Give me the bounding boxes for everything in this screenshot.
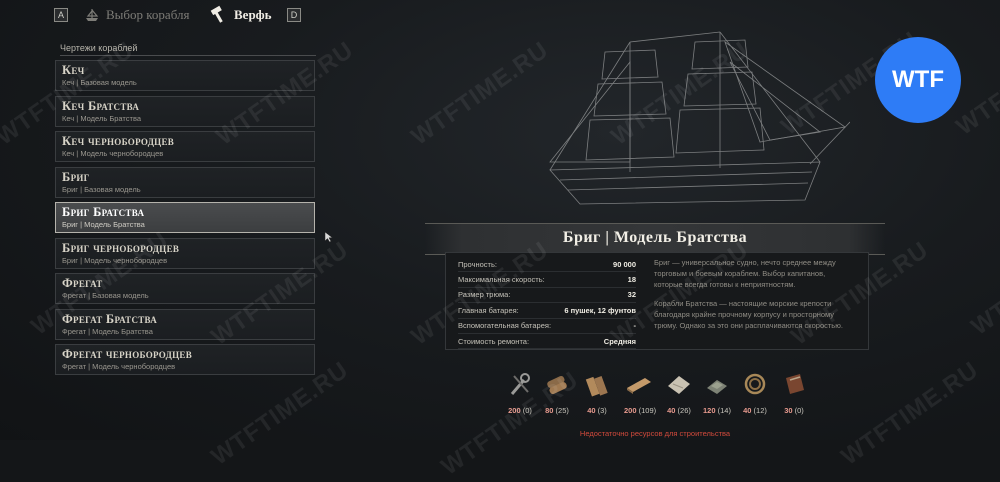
- tab-ship-select[interactable]: Выбор корабля: [84, 5, 189, 25]
- leather-icon: [786, 374, 804, 394]
- rope-icon: [744, 373, 766, 395]
- planks-icon: [627, 378, 651, 394]
- resource-leather: 30 (0): [779, 370, 809, 415]
- blueprint-subtitle: Бриг | Базовая модель: [62, 184, 141, 194]
- resource-have: (109): [638, 406, 657, 415]
- prev-tab-key[interactable]: A: [54, 8, 68, 22]
- blueprint-title: Кеч чернобородцев: [62, 134, 175, 148]
- hammer-icon: [210, 5, 223, 23]
- resource-timber: 40 (3): [582, 370, 612, 415]
- resource-rope: 40 (12): [740, 370, 770, 415]
- insufficient-resources-warning: Недостаточно ресурсов для строительства: [579, 429, 731, 438]
- blueprint-item-frigate-blackbeard[interactable]: Фрегат чернобородцев Фрегат | Модель чер…: [55, 344, 315, 375]
- blueprint-subtitle: Кеч | Модель чернобородцев: [62, 149, 164, 158]
- resource-have: (0): [794, 406, 804, 415]
- blueprint-subtitle: Фрегат | Модель чернобородцев: [62, 362, 176, 371]
- ship-title: Бриг | Модель Братства: [562, 229, 748, 246]
- stat-value: 32: [627, 290, 636, 300]
- resource-count: 30 (0): [779, 406, 809, 415]
- resource-have: (3): [597, 406, 607, 415]
- resource-count: 120 (14): [702, 406, 732, 415]
- stat-value: 90 000: [613, 259, 636, 269]
- tab-ship-select-label: Выбор корабля: [106, 7, 190, 22]
- resource-have: (26): [677, 406, 691, 415]
- blueprint-subtitle: Фрегат | Модель Братства: [62, 326, 153, 336]
- blueprint-title: Бриг: [62, 169, 90, 184]
- resource-need: 30: [784, 406, 793, 415]
- cloth-icon: [668, 376, 690, 394]
- resource-count: 40 (3): [582, 406, 612, 415]
- blueprint-title: Фрегат чернобородцев: [62, 347, 193, 361]
- stat-label: Вспомогательная батарея:: [458, 321, 552, 331]
- blueprint-subtitle: Бриг | Модель Братства: [62, 220, 145, 229]
- resource-count: 40 (26): [664, 406, 694, 415]
- resource-need: 40: [743, 406, 752, 415]
- blueprint-title: Бриг Братства: [62, 205, 145, 219]
- metal-ingot-icon: [707, 380, 727, 394]
- resource-cloth: 40 (26): [664, 370, 694, 415]
- stat-label: Прочность:: [458, 259, 497, 269]
- tab-shipyard[interactable]: Верфь: [208, 5, 272, 25]
- resource-metal: 120 (14): [702, 370, 732, 415]
- ship-title-banner: Бриг | Модель Братства: [425, 223, 885, 255]
- ship-select-icon: [86, 9, 99, 21]
- stat-value: 6 пушек, 12 фунтов: [564, 305, 636, 315]
- wtf-badge-logo: WTF: [875, 37, 961, 123]
- resource-have: (14): [717, 406, 731, 415]
- resource-need: 200: [624, 406, 637, 415]
- resource-need: 40: [587, 406, 596, 415]
- next-tab-key[interactable]: D: [287, 8, 301, 22]
- resource-have: (12): [753, 406, 767, 415]
- timber-icon: [585, 375, 608, 397]
- stat-value: 18: [627, 275, 636, 285]
- blueprint-subtitle: Бриг | Модель чернобородцев: [62, 255, 168, 265]
- top-nav: A Выбор корабля Верфь D: [0, 0, 1000, 30]
- resource-need: 120: [703, 406, 716, 415]
- stat-label: Стоимость ремонта:: [458, 336, 530, 346]
- blueprint-item-brig-blackbeard[interactable]: Бриг чернобородцев Бриг | Модель чернобо…: [55, 237, 315, 269]
- blueprint-item-brig[interactable]: Бриг Бриг | Базовая модель: [55, 166, 315, 198]
- resource-count: 200 (109): [624, 406, 657, 415]
- stat-row: Стоимость ремонта: Средняя: [458, 334, 636, 350]
- resource-need: 40: [667, 406, 676, 415]
- blueprint-item-brig-brotherhood[interactable]: Бриг Братства Бриг | Модель Братства: [55, 202, 315, 233]
- resource-count: 40 (12): [740, 406, 770, 415]
- blueprint-title: Бриг чернобородцев: [62, 240, 180, 255]
- resource-planks: 200 (109): [624, 370, 657, 415]
- blueprint-item-ketch-blackbeard[interactable]: Кеч чернобородцев Кеч | Модель черноборо…: [55, 131, 315, 162]
- tab-shipyard-label: Верфь: [234, 7, 272, 22]
